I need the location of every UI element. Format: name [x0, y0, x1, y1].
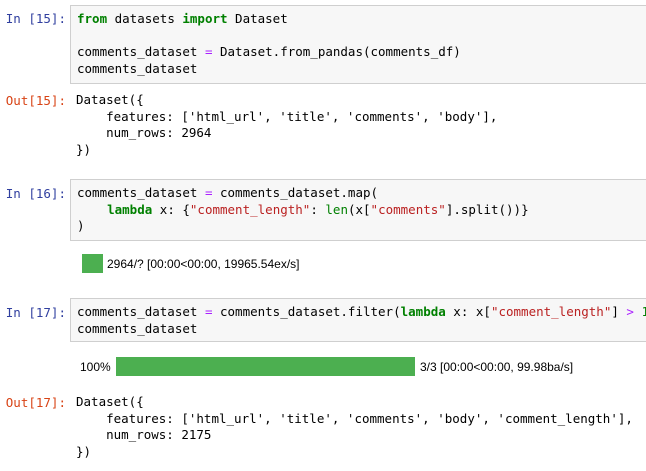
output-line: features: ['html_url', 'title', 'comment…	[76, 410, 633, 426]
code-token: x: x[	[445, 304, 491, 319]
code-token: "comment_length"	[490, 304, 612, 319]
code-token: comments_dataset.map(	[212, 185, 379, 200]
code-token: "comment_length"	[189, 201, 311, 217]
code-token: from	[77, 11, 108, 26]
code-token: (x[	[347, 201, 371, 217]
code-token: comments_dataset	[77, 185, 205, 200]
code-token: len	[325, 201, 348, 217]
progress-row-16: 2964/? [00:00<00:00, 19965.54ex/s]	[82, 254, 300, 273]
code-line: from datasets import Dataset	[77, 11, 640, 28]
code-editor-16[interactable]: comments_dataset = comments_dataset.map(…	[77, 185, 640, 235]
code-cell-17[interactable]: comments_dataset = comments_dataset.filt…	[70, 298, 646, 342]
output-line: num_rows: 2964	[76, 125, 212, 140]
code-token: Dataset	[227, 11, 288, 26]
code-cell-16[interactable]: comments_dataset = comments_dataset.map(…	[70, 179, 646, 241]
code-token: Dataset.from_pandas(comments_df)	[212, 44, 461, 59]
progress-row-17: 100% 3/3 [00:00<00:00, 99.98ba/s]	[80, 357, 573, 376]
output-line: })	[76, 141, 92, 157]
output-line: Dataset({	[76, 394, 144, 409]
code-token: "comments"	[370, 201, 446, 217]
in-prompt-16: In [16]:	[5, 186, 66, 201]
progress-bar-16	[82, 254, 103, 273]
code-line: comments_dataset	[77, 321, 640, 338]
code-token: ].split())}	[445, 201, 529, 217]
code-line: comments_dataset = Dataset.from_pandas(c…	[77, 44, 640, 61]
code-token: comments_dataset	[77, 304, 205, 319]
code-token: comments_dataset.filter(	[212, 304, 401, 319]
code-token: comments_dataset	[77, 60, 198, 76]
code-line: comments_dataset = comments_dataset.filt…	[77, 304, 646, 321]
code-token: import	[182, 11, 228, 26]
output-text-15: Dataset({ features: ['html_url', 'title'…	[76, 92, 497, 158]
in-prompt-15: In [15]:	[5, 11, 66, 26]
progress-status-16: 2964/? [00:00<00:00, 19965.54ex/s]	[107, 256, 300, 271]
code-line: comments_dataset = comments_dataset.map(	[77, 185, 640, 202]
code-editor-15[interactable]: from datasets import Dataset comments_dat…	[77, 11, 640, 77]
output-line: num_rows: 2175	[76, 427, 212, 442]
out-prompt-17: Out[17]:	[5, 395, 66, 410]
code-token: datasets	[107, 11, 183, 26]
code-token: ]	[611, 304, 627, 319]
output-line: Dataset({	[76, 92, 144, 107]
out-prompt-15: Out[15]:	[5, 93, 66, 108]
code-token: >	[626, 304, 634, 319]
progress-bar-17	[116, 357, 415, 376]
output-line: features: ['html_url', 'title', 'comment…	[76, 108, 498, 124]
code-cell-15[interactable]: from datasets import Dataset comments_dat…	[70, 5, 646, 84]
progress-status-17: 3/3 [00:00<00:00, 99.98ba/s]	[420, 359, 574, 374]
output-text-17: Dataset({ features: ['html_url', 'title'…	[76, 394, 633, 460]
progress-percent-17: 100%	[80, 359, 111, 374]
code-editor-17[interactable]: comments_dataset = comments_dataset.filt…	[77, 304, 646, 338]
code-token: x: {	[152, 201, 190, 217]
code-token: 15	[641, 304, 646, 319]
code-token: comments_dataset	[77, 320, 198, 336]
code-line: comments_dataset	[77, 61, 640, 78]
code-token: )	[77, 218, 85, 233]
code-line: )	[77, 218, 640, 235]
in-prompt-17: In [17]:	[5, 305, 66, 320]
code-token: comments_dataset	[77, 44, 205, 59]
code-line: lambda x: {"comment_length": len(x["comm…	[77, 202, 640, 219]
code-token: lambda	[107, 201, 153, 217]
code-token: :	[310, 201, 326, 217]
code-token: lambda	[400, 304, 446, 319]
output-line: })	[76, 443, 92, 459]
progress-track-17	[116, 357, 415, 376]
